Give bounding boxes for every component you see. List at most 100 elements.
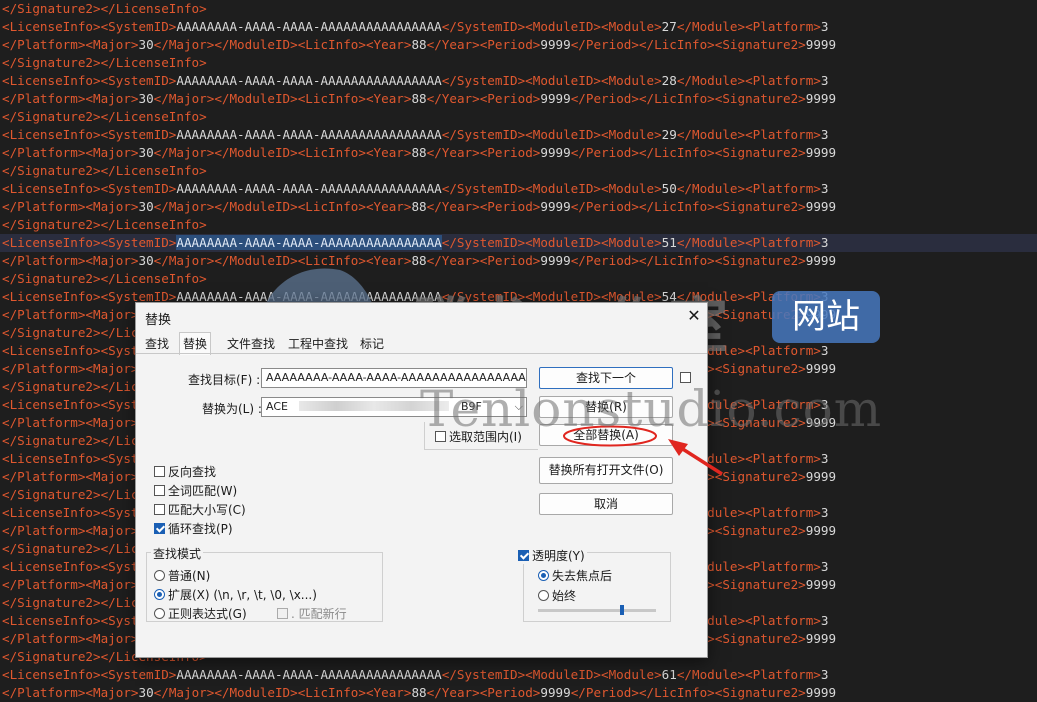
in-selection-option[interactable]: 选取范围内(I) xyxy=(435,428,522,445)
xml-value-token: AAAAAAAA-AAAA-AAAA-AAAAAAAAAAAAAAAA xyxy=(176,127,442,142)
checkbox-box xyxy=(154,485,165,496)
xml-tag-token: </Major></ModuleID><LicInfo><Year> xyxy=(153,145,412,160)
xml-tag-token: <LicenseInfo><SystemID> xyxy=(2,235,177,250)
xml-tag-token: <LicenseInfo><SystemID> xyxy=(2,127,177,142)
mode-label: 正则表达式(G) xyxy=(168,607,247,621)
xml-value-token: 3 xyxy=(820,289,829,304)
code-line[interactable]: </Signature2></LicenseInfo> xyxy=(0,216,1037,234)
find-label: 查找目标(F) : xyxy=(188,373,261,387)
tab-file-find[interactable]: 文件查找 xyxy=(224,335,278,353)
checkbox-box xyxy=(154,523,165,534)
transparency-option[interactable]: 透明度(Y) xyxy=(516,547,587,564)
replace-input-value-end: B9F xyxy=(460,400,482,413)
code-line[interactable]: </Signature2></LicenseInfo> xyxy=(0,270,1037,288)
xml-value-token: 9999 xyxy=(540,199,571,214)
xml-value-token: AAAAAAAA-AAAA-AAAA-AAAAAAAAAAAAAAAA xyxy=(176,73,442,88)
code-line[interactable]: </Platform><Major>30</Major></ModuleID><… xyxy=(0,198,1037,216)
code-line[interactable]: </Platform><Major>30</Major></ModuleID><… xyxy=(0,684,1037,702)
xml-value-token: 9999 xyxy=(540,685,571,700)
code-line[interactable]: <LicenseInfo><SystemID>AAAAAAAA-AAAA-AAA… xyxy=(0,180,1037,198)
chevron-down-icon[interactable]: ⌵ xyxy=(515,369,523,387)
reverse-search-option[interactable]: 反向查找 xyxy=(154,463,216,480)
code-line[interactable]: </Signature2></LicenseInfo> xyxy=(0,0,1037,18)
find-next-option-checkbox[interactable] xyxy=(680,371,694,385)
xml-tag-token: </Signature2></LicenseInfo> xyxy=(2,109,207,124)
xml-tag-token: </Signature2></LicenseInfo> xyxy=(2,271,207,286)
xml-tag-token: </Platform><Major> xyxy=(2,199,139,214)
always-radio[interactable]: 始终 xyxy=(538,587,576,604)
cancel-button[interactable]: 取消 xyxy=(539,493,673,515)
replace-input[interactable]: ACE B9F ⌵ xyxy=(261,397,527,417)
xml-value-token: 9999 xyxy=(805,415,837,430)
xml-value-token: 3 xyxy=(820,235,829,250)
xml-value-token: 30 xyxy=(138,685,154,700)
match-case-option[interactable]: 匹配大小写(C) xyxy=(154,501,246,518)
code-line[interactable]: </Signature2></LicenseInfo> xyxy=(0,162,1037,180)
code-line[interactable]: </Signature2></LicenseInfo> xyxy=(0,54,1037,72)
radio-circle xyxy=(154,589,165,600)
tab-mark[interactable]: 标记 xyxy=(357,335,387,353)
search-mode-title: 查找模式 xyxy=(151,545,204,562)
find-input[interactable]: AAAAAAAA-AAAA-AAAA-AAAAAAAAAAAAAAAA ⌵ xyxy=(261,368,527,388)
code-line[interactable]: </Platform><Major>30</Major></ModuleID><… xyxy=(0,252,1037,270)
xml-tag-token: </Year><Period> xyxy=(426,253,541,268)
tab-find[interactable]: 查找 xyxy=(142,335,172,353)
xml-tag-token: </Major></ModuleID><LicInfo><Year> xyxy=(153,253,412,268)
code-line[interactable]: <LicenseInfo><SystemID>AAAAAAAA-AAAA-AAA… xyxy=(0,72,1037,90)
xml-tag-token: </SystemID><ModuleID><Module> xyxy=(441,235,662,250)
transparency-slider-track[interactable] xyxy=(538,605,656,615)
whole-word-option[interactable]: 全词匹配(W) xyxy=(154,482,237,499)
xml-value-token: 9999 xyxy=(805,577,837,592)
xml-value-token: 9999 xyxy=(805,307,837,322)
mode-extended-radio[interactable]: 扩展(X) (\n, \r, \t, \0, \x...) xyxy=(154,586,317,603)
dot-newline-option[interactable]: . 匹配新行 xyxy=(277,605,347,622)
code-line[interactable]: <LicenseInfo><SystemID>AAAAAAAA-AAAA-AAA… xyxy=(0,126,1037,144)
option-label: 循环查找(P) xyxy=(168,522,233,536)
radio-circle xyxy=(154,608,165,619)
mode-regex-radio[interactable]: 正则表达式(G) xyxy=(154,605,247,622)
xml-value-token: 9999 xyxy=(805,253,837,268)
replace-all-open-files-button[interactable]: 替换所有打开文件(O) xyxy=(539,457,673,484)
xml-tag-token: </Platform><Major> xyxy=(2,145,139,160)
code-line[interactable]: <LicenseInfo><SystemID>AAAAAAAA-AAAA-AAA… xyxy=(0,666,1037,684)
on-lose-focus-radio[interactable]: 失去焦点后 xyxy=(538,567,612,584)
mode-normal-radio[interactable]: 普通(N) xyxy=(154,567,210,584)
transparency-slider-thumb[interactable] xyxy=(620,605,625,615)
code-line[interactable]: <LicenseInfo><SystemID>AAAAAAAA-AAAA-AAA… xyxy=(0,18,1037,36)
xml-value-token: 30 xyxy=(138,199,154,214)
xml-tag-token: </Signature2></LicenseInfo> xyxy=(2,55,207,70)
replace-button[interactable]: 替换(R) xyxy=(539,396,673,418)
xml-value-token: 30 xyxy=(138,37,154,52)
wrap-around-option[interactable]: 循环查找(P) xyxy=(154,520,233,537)
replace-all-button[interactable]: 全部替换(A) xyxy=(539,424,673,446)
xml-value-token: 3 xyxy=(820,343,829,358)
code-line[interactable]: </Platform><Major>30</Major></ModuleID><… xyxy=(0,144,1037,162)
in-selection-label: 选取范围内(I) xyxy=(449,430,522,444)
tab-replace[interactable]: 替换 xyxy=(179,332,212,355)
xml-tag-token: </SystemID><ModuleID><Module> xyxy=(441,127,662,142)
find-next-button[interactable]: 查找下一个 xyxy=(539,367,673,389)
tab-project-find[interactable]: 工程中查找 xyxy=(285,335,351,353)
xml-value-token: 30 xyxy=(138,253,154,268)
mode-label: 扩展(X) (\n, \r, \t, \0, \x...) xyxy=(168,588,317,602)
xml-value-token: 51 xyxy=(661,235,677,250)
redacted-block xyxy=(299,401,450,411)
code-line[interactable]: </Signature2></LicenseInfo> xyxy=(0,108,1037,126)
xml-tag-token: <LicenseInfo><SystemID> xyxy=(2,181,177,196)
chevron-down-icon[interactable]: ⌵ xyxy=(515,398,523,416)
xml-value-token: 9999 xyxy=(540,253,571,268)
xml-tag-token: </Platform><Major> xyxy=(2,469,139,484)
xml-tag-token: </Module><Platform> xyxy=(676,667,821,682)
xml-value-token: 3 xyxy=(820,667,829,682)
close-icon[interactable]: ✕ xyxy=(684,306,704,326)
code-line[interactable]: </Platform><Major>30</Major></ModuleID><… xyxy=(0,90,1037,108)
radio-circle xyxy=(154,570,165,581)
mode-label: 普通(N) xyxy=(168,569,211,583)
xml-value-token: 9999 xyxy=(805,37,837,52)
checkbox-box xyxy=(277,608,288,619)
xml-tag-token: </Platform><Major> xyxy=(2,415,139,430)
xml-value-token: 88 xyxy=(411,37,427,52)
code-line[interactable]: </Platform><Major>30</Major></ModuleID><… xyxy=(0,36,1037,54)
code-line[interactable]: <LicenseInfo><SystemID>AAAAAAAA-AAAA-AAA… xyxy=(0,234,1037,252)
find-input-value: AAAAAAAA-AAAA-AAAA-AAAAAAAAAAAAAAAA xyxy=(266,371,526,384)
